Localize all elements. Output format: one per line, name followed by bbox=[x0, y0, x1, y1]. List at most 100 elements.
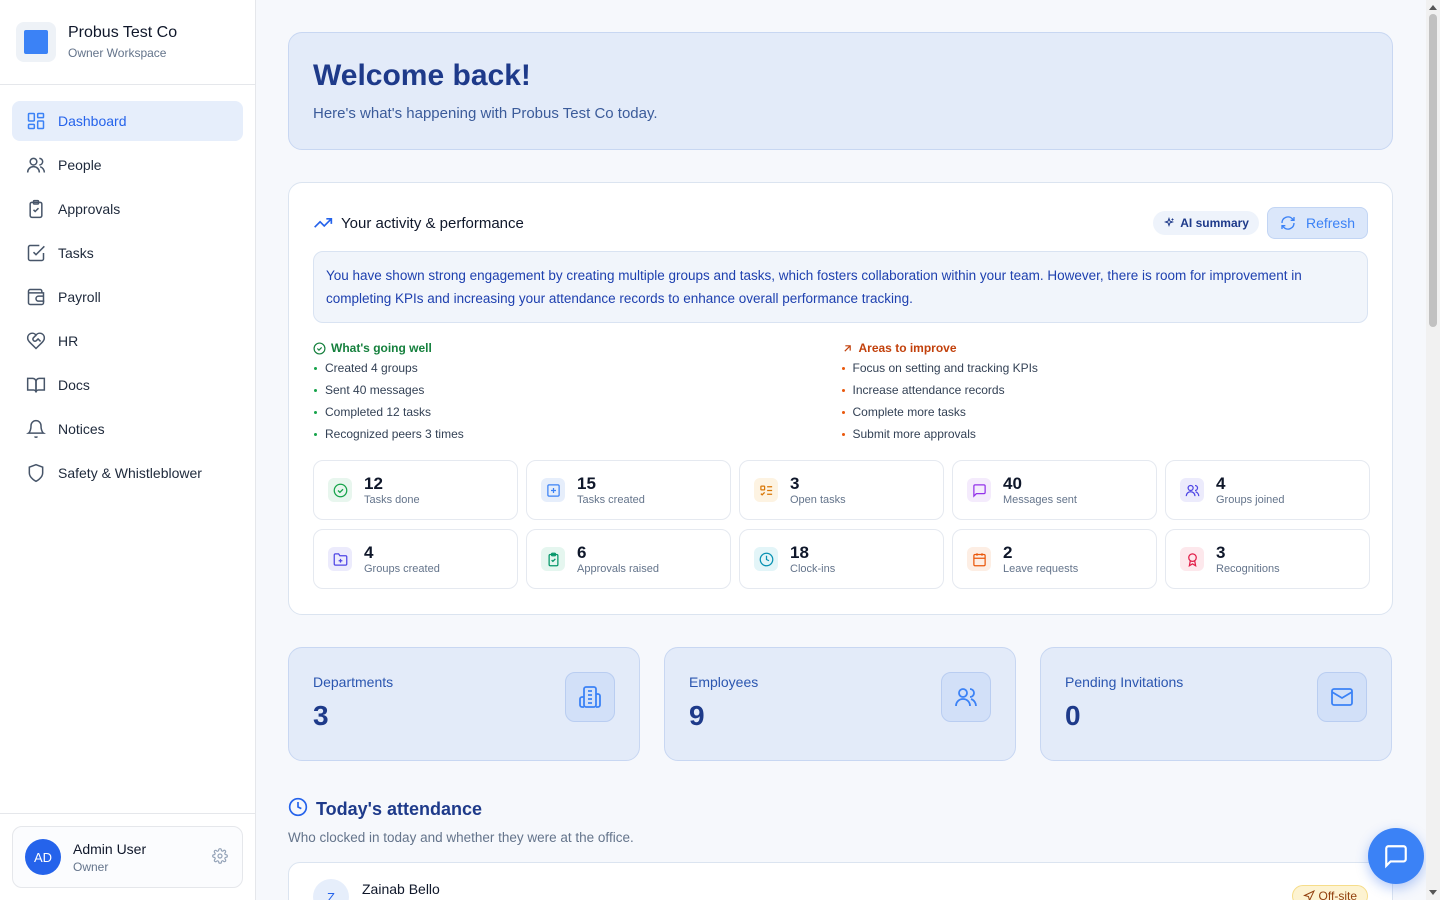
stat-groups-created: 4 Groups created bbox=[313, 529, 518, 589]
welcome-banner: Welcome back! Here's what's happening wi… bbox=[288, 32, 1393, 150]
going-well-title: What's going well bbox=[331, 341, 432, 355]
page-title: Welcome back! bbox=[313, 59, 531, 92]
sidebar-item-payroll[interactable]: Payroll bbox=[12, 277, 243, 317]
plus-square-icon bbox=[541, 478, 565, 502]
list-item: Focus on setting and tracking KPIs bbox=[841, 357, 1369, 379]
stat-tasks-created: 15 Tasks created bbox=[526, 460, 731, 520]
sidebar: Probus Test Co Owner Workspace Dashboard… bbox=[0, 0, 256, 900]
performance-card: Your activity & performance AI summary R… bbox=[288, 182, 1393, 615]
sidebar-item-notices[interactable]: Notices bbox=[12, 409, 243, 449]
scroll-thumb[interactable] bbox=[1429, 14, 1437, 327]
chat-button[interactable] bbox=[1368, 828, 1424, 884]
ai-summary-label: AI summary bbox=[1180, 216, 1249, 230]
sidebar-item-label: Approvals bbox=[58, 201, 121, 217]
trending-up-icon bbox=[313, 213, 333, 233]
sidebar-item-label: Payroll bbox=[58, 289, 101, 305]
message-square-icon bbox=[967, 478, 991, 502]
ai-summary-text: You have shown strong engagement by crea… bbox=[313, 251, 1368, 323]
avatar: Z bbox=[313, 879, 349, 900]
stat-leave-requests: 2 Leave requests bbox=[952, 529, 1157, 589]
sidebar-item-label: Notices bbox=[58, 421, 105, 437]
shield-icon bbox=[26, 463, 46, 483]
clipboard-check-icon bbox=[541, 547, 565, 571]
stat-recognitions: 3 Recognitions bbox=[1165, 529, 1370, 589]
list-item: Recognized peers 3 times bbox=[313, 423, 841, 445]
user-role: Owner bbox=[73, 859, 109, 874]
list-item: Submit more approvals bbox=[841, 423, 1369, 445]
calendar-icon bbox=[967, 547, 991, 571]
wallet-icon bbox=[26, 287, 46, 307]
stat-approvals-raised: 6 Approvals raised bbox=[526, 529, 731, 589]
sidebar-divider bbox=[0, 813, 256, 814]
grid-icon bbox=[26, 111, 46, 131]
going-well-list: What's going well Created 4 groups Sent … bbox=[313, 339, 841, 445]
metric-cards: Departments 3 Employees 9 Pending Invita… bbox=[288, 647, 1393, 761]
attendance-subtitle: Who clocked in today and whether they we… bbox=[288, 830, 634, 845]
sidebar-item-tasks[interactable]: Tasks bbox=[12, 233, 243, 273]
list-item: Sent 40 messages bbox=[313, 379, 841, 401]
sidebar-item-people[interactable]: People bbox=[12, 145, 243, 185]
user-name: Admin User bbox=[73, 840, 147, 857]
refresh-icon bbox=[1281, 216, 1295, 230]
building-icon bbox=[565, 672, 615, 722]
user-card[interactable]: AD Admin User Owner bbox=[12, 826, 243, 888]
list-item: Created 4 groups bbox=[313, 357, 841, 379]
departments-card[interactable]: Departments 3 bbox=[288, 647, 640, 761]
sidebar-item-label: Dashboard bbox=[58, 113, 127, 129]
brand-header: Probus Test Co Owner Workspace bbox=[0, 0, 255, 85]
refresh-label: Refresh bbox=[1305, 215, 1355, 231]
pending-invitations-card[interactable]: Pending Invitations 0 bbox=[1040, 647, 1392, 761]
gear-icon[interactable] bbox=[212, 848, 230, 866]
sidebar-nav: Dashboard People Approvals Tasks Payroll bbox=[0, 85, 255, 513]
sidebar-item-dashboard[interactable]: Dashboard bbox=[12, 101, 243, 141]
stat-clock-ins: 18 Clock-ins bbox=[739, 529, 944, 589]
workspace-label: Owner Workspace bbox=[68, 46, 167, 60]
employee-name: Zainab Bello bbox=[362, 881, 440, 897]
sidebar-item-safety[interactable]: Safety & Whistleblower bbox=[12, 453, 243, 493]
list-todo-icon bbox=[754, 478, 778, 502]
welcome-subtitle: Here's what's happening with Probus Test… bbox=[313, 105, 658, 122]
stat-open-tasks: 3 Open tasks bbox=[739, 460, 944, 520]
sidebar-item-label: HR bbox=[58, 333, 79, 349]
scrollbar[interactable] bbox=[1426, 0, 1440, 900]
sidebar-item-label: Tasks bbox=[58, 245, 94, 261]
users-icon bbox=[26, 155, 46, 175]
stats-grid: 12 Tasks done 15 Tasks created 3 Open tasks… bbox=[313, 460, 1370, 589]
message-square-icon bbox=[1385, 845, 1407, 869]
sidebar-item-label: Docs bbox=[58, 377, 90, 393]
areas-to-improve-list: Areas to improve Focus on setting and tr… bbox=[841, 339, 1369, 445]
clock-icon bbox=[754, 547, 778, 571]
main-content: Welcome back! Here's what's happening wi… bbox=[288, 32, 1393, 900]
sidebar-item-docs[interactable]: Docs bbox=[12, 365, 243, 405]
arrow-up-right-icon bbox=[843, 344, 851, 352]
employees-card[interactable]: Employees 9 bbox=[664, 647, 1016, 761]
sidebar-item-label: Safety & Whistleblower bbox=[58, 465, 202, 481]
sparkles-icon bbox=[1164, 217, 1175, 228]
list-item: Completed 12 tasks bbox=[313, 401, 841, 423]
company-name: Probus Test Co bbox=[68, 24, 178, 41]
stat-tasks-done: 12 Tasks done bbox=[313, 460, 518, 520]
folder-plus-icon bbox=[328, 547, 352, 571]
performance-title: Your activity & performance bbox=[341, 214, 524, 232]
navigation-icon bbox=[1302, 890, 1315, 900]
check-square-icon bbox=[26, 243, 46, 263]
sidebar-item-approvals[interactable]: Approvals bbox=[12, 189, 243, 229]
ai-summary-badge: AI summary bbox=[1153, 211, 1259, 235]
stat-groups-joined: 4 Groups joined bbox=[1165, 460, 1370, 520]
list-item: Complete more tasks bbox=[841, 401, 1369, 423]
attendance-row[interactable]: Z Zainab Bello Off-site bbox=[288, 862, 1393, 900]
refresh-button[interactable]: Refresh bbox=[1266, 207, 1368, 239]
users-icon bbox=[1180, 478, 1204, 502]
award-icon bbox=[1180, 547, 1204, 571]
scroll-down-arrow[interactable] bbox=[1429, 890, 1437, 895]
check-circle-icon bbox=[328, 478, 352, 502]
avatar: AD bbox=[25, 839, 61, 875]
sidebar-item-hr[interactable]: HR bbox=[12, 321, 243, 361]
areas-to-improve-title: Areas to improve bbox=[858, 341, 957, 355]
scroll-up-arrow[interactable] bbox=[1429, 5, 1437, 10]
attendance-title: Today's attendance bbox=[316, 799, 482, 819]
attendance-section: Today's attendance Who clocked in today … bbox=[288, 797, 1393, 900]
brand-logo bbox=[16, 22, 56, 62]
mail-icon bbox=[1317, 672, 1367, 722]
status-badge: Off-site bbox=[1291, 885, 1368, 900]
